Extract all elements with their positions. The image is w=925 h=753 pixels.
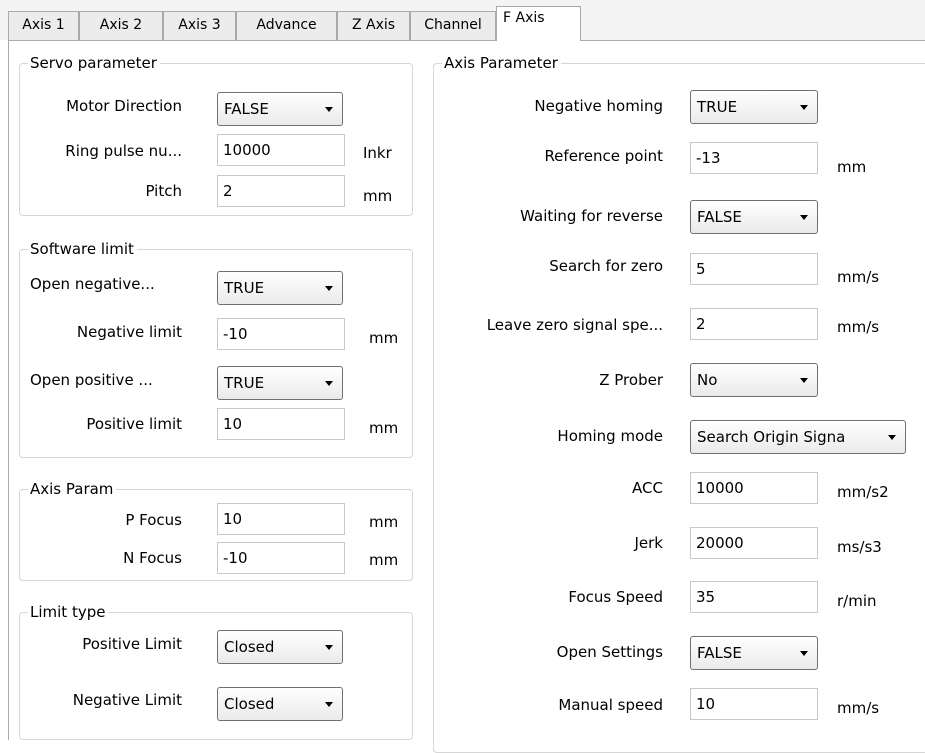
waiting-reverse-select[interactable]: FALSE xyxy=(690,200,818,234)
chevron-down-icon xyxy=(325,645,333,650)
tab-bar: Axis 1 Axis 2 Axis 3 Advance Z Axis Chan… xyxy=(0,0,925,41)
leave-zero-label: Leave zero signal spe... xyxy=(486,316,663,334)
p-focus-input[interactable]: 10 xyxy=(217,503,345,535)
open-positive-label: Open positive ... xyxy=(30,371,153,389)
positive-limit-type-label: Positive Limit xyxy=(82,635,182,653)
ring-pulse-unit: Inkr xyxy=(363,144,392,162)
software-limit-title: Software limit xyxy=(28,240,137,258)
reference-point-unit: mm xyxy=(837,158,867,176)
ring-pulse-input[interactable]: 10000 xyxy=(217,134,345,166)
positive-limit-unit: mm xyxy=(369,419,399,437)
servo-parameter-group: Servo parameter xyxy=(19,54,413,216)
search-zero-label: Search for zero xyxy=(549,257,663,275)
acc-label: ACC xyxy=(632,479,663,497)
pitch-label: Pitch xyxy=(145,182,182,200)
homing-mode-select[interactable]: Search Origin Signa xyxy=(690,420,906,454)
chevron-down-icon xyxy=(800,215,808,220)
tab-axis-2[interactable]: Axis 2 xyxy=(79,11,163,40)
open-negative-select[interactable]: TRUE xyxy=(217,271,343,305)
search-zero-input[interactable]: 5 xyxy=(690,253,818,285)
tab-axis-3[interactable]: Axis 3 xyxy=(163,11,236,40)
chevron-down-icon xyxy=(888,435,896,440)
jerk-input[interactable]: 20000 xyxy=(690,527,818,559)
open-positive-select[interactable]: TRUE xyxy=(217,366,343,400)
z-prober-label: Z Prober xyxy=(599,371,663,389)
negative-limit-type-label: Negative Limit xyxy=(72,691,182,709)
focus-speed-label: Focus Speed xyxy=(568,588,663,606)
servo-parameter-title: Servo parameter xyxy=(28,54,160,72)
reference-point-input[interactable]: -13 xyxy=(690,142,818,174)
limit-type-title: Limit type xyxy=(28,603,109,621)
jerk-unit: ms/s3 xyxy=(837,538,882,556)
negative-homing-select[interactable]: TRUE xyxy=(690,90,818,124)
motor-direction-label: Motor Direction xyxy=(66,97,182,115)
pitch-input[interactable]: 2 xyxy=(217,175,345,207)
pitch-unit: mm xyxy=(363,187,393,205)
tab-channel[interactable]: Channel xyxy=(410,11,496,40)
negative-limit-type-select[interactable]: Closed xyxy=(217,687,343,721)
focus-speed-input[interactable]: 35 xyxy=(690,581,818,613)
n-focus-input[interactable]: -10 xyxy=(217,542,345,574)
leave-zero-unit: mm/s xyxy=(837,318,880,336)
p-focus-label: P Focus xyxy=(125,511,182,529)
open-settings-label: Open Settings xyxy=(556,643,663,661)
positive-limit-label: Positive limit xyxy=(86,415,182,433)
chevron-down-icon xyxy=(325,107,333,112)
n-focus-unit: mm xyxy=(369,551,399,569)
manual-speed-input[interactable]: 10 xyxy=(690,688,818,720)
n-focus-label: N Focus xyxy=(123,549,182,567)
tab-f-axis[interactable]: F Axis xyxy=(496,6,581,41)
waiting-reverse-label: Waiting for reverse xyxy=(520,207,663,225)
manual-speed-label: Manual speed xyxy=(558,696,663,714)
chevron-down-icon xyxy=(325,286,333,291)
acc-input[interactable]: 10000 xyxy=(690,472,818,504)
motor-direction-select[interactable]: FALSE xyxy=(217,92,343,126)
negative-limit-label: Negative limit xyxy=(76,323,182,341)
axis-param-group: Axis Param xyxy=(19,480,413,581)
tab-axis-1[interactable]: Axis 1 xyxy=(8,11,79,40)
homing-mode-label: Homing mode xyxy=(557,427,663,445)
chevron-down-icon xyxy=(800,105,808,110)
axis-param-title: Axis Param xyxy=(28,480,117,498)
limit-type-group: Limit type xyxy=(19,603,413,740)
chevron-down-icon xyxy=(325,381,333,386)
tab-advance[interactable]: Advance xyxy=(236,11,337,40)
chevron-down-icon xyxy=(325,702,333,707)
ring-pulse-label: Ring pulse nu... xyxy=(65,142,182,160)
open-settings-select[interactable]: FALSE xyxy=(690,636,818,670)
reference-point-label: Reference point xyxy=(544,147,663,165)
axis-parameter-title: Axis Parameter xyxy=(442,54,561,72)
leave-zero-input[interactable]: 2 xyxy=(690,308,818,340)
z-prober-select[interactable]: No xyxy=(690,363,818,397)
tab-z-axis[interactable]: Z Axis xyxy=(337,11,410,40)
negative-homing-label: Negative homing xyxy=(534,97,663,115)
positive-limit-input[interactable]: 10 xyxy=(217,408,345,440)
open-negative-label: Open negative... xyxy=(30,275,155,293)
acc-unit: mm/s2 xyxy=(837,483,889,501)
chevron-down-icon xyxy=(800,651,808,656)
positive-limit-type-select[interactable]: Closed xyxy=(217,630,343,664)
jerk-label: Jerk xyxy=(634,534,663,552)
manual-speed-unit: mm/s xyxy=(837,699,880,717)
focus-speed-unit: r/min xyxy=(837,592,877,610)
negative-limit-unit: mm xyxy=(369,329,399,347)
negative-limit-input[interactable]: -10 xyxy=(217,318,345,350)
search-zero-unit: mm/s xyxy=(837,268,880,286)
chevron-down-icon xyxy=(800,378,808,383)
p-focus-unit: mm xyxy=(369,513,399,531)
